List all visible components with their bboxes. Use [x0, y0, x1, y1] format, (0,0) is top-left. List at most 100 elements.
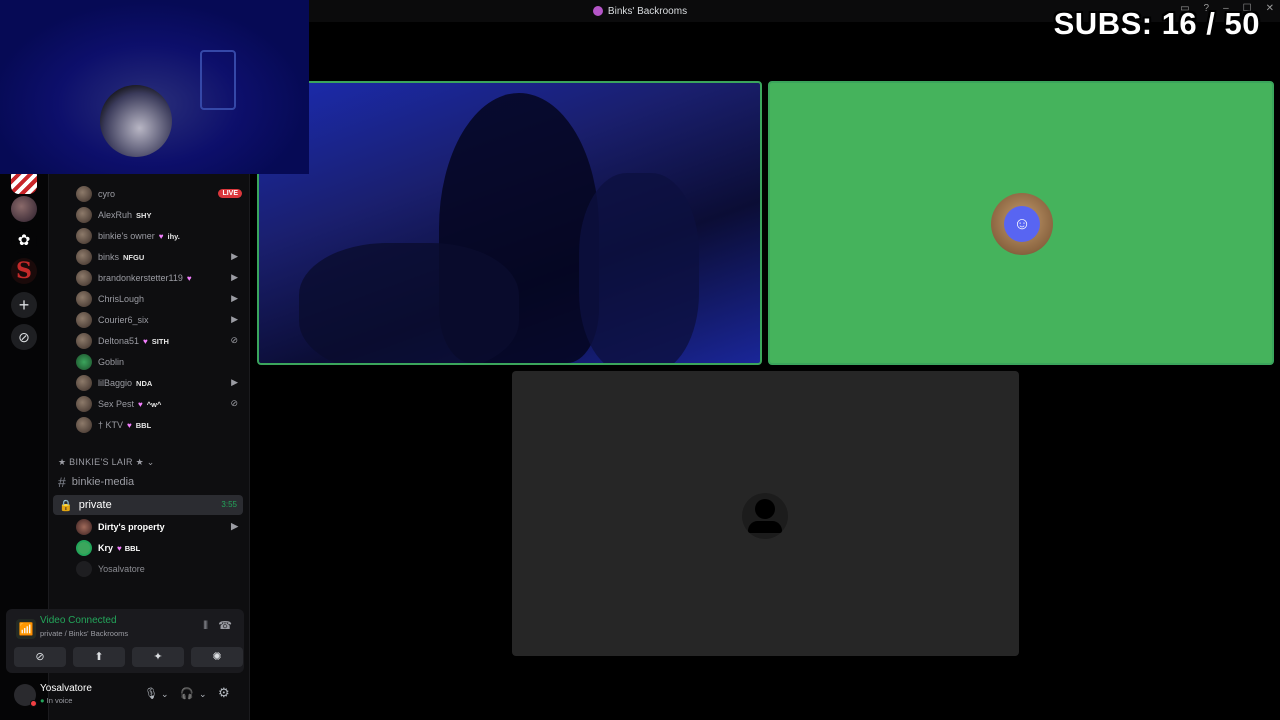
server-avatar[interactable] — [11, 196, 37, 222]
mute-icon: ⊘ — [230, 335, 238, 345]
video-icon: ▶ — [231, 377, 238, 387]
avatar — [76, 396, 92, 412]
discord-logo-icon: ☺ — [1004, 206, 1040, 242]
avatar — [76, 228, 92, 244]
video-icon: ▶ — [231, 251, 238, 261]
mute-icon: ⊘ — [230, 398, 238, 408]
streamer-webcam-overlay — [0, 0, 309, 174]
user-tag: BBL — [124, 543, 141, 553]
voice-user[interactable]: binks NFGU ▶ — [76, 247, 244, 267]
avatar — [76, 333, 92, 349]
subs-counter-overlay: SUBS: 16 / 50 — [1053, 6, 1260, 41]
signal-icon[interactable]: 📶 — [16, 619, 36, 639]
user-name: † KTV — [98, 420, 124, 430]
user-name: binkie's owner — [98, 231, 155, 241]
voice-user[interactable]: binkie's owner ♥ ihy. — [76, 226, 244, 246]
heart-icon: ♥ — [138, 399, 143, 409]
voice-user[interactable]: lilBaggio NDA ▶ — [76, 373, 244, 393]
user-name: brandonkerstetter119 — [98, 273, 183, 283]
video-tile-placeholder[interactable] — [512, 371, 1019, 656]
user-name: Kry — [98, 543, 114, 553]
heart-icon: ♥ — [143, 336, 148, 346]
connection-status[interactable]: Video Connected — [40, 615, 117, 626]
user-name: Sex Pest — [98, 399, 135, 409]
voice-user[interactable]: Yosalvatore — [76, 559, 244, 579]
user-placeholder-icon — [742, 493, 788, 539]
voice-user[interactable]: cyro LIVE — [76, 184, 244, 204]
user-tag: SHY — [136, 210, 152, 220]
voice-user[interactable]: Goblin — [76, 352, 244, 372]
channel-timer: 3:55 — [221, 500, 237, 509]
avatar — [76, 270, 92, 286]
avatar — [76, 249, 92, 265]
voice-user[interactable]: ChrisLough ▶ — [76, 289, 244, 309]
camera-off-button[interactable]: ⊘ — [14, 647, 66, 667]
user-panel: Yosalvatore ● In voice 🎙 ⌄ 🎧 ⌄ ⚙ — [6, 678, 244, 714]
user-tag: SITH — [151, 336, 169, 346]
user-name: Deltona51 — [98, 336, 140, 346]
channel-name: private — [78, 499, 112, 511]
video-icon: ▶ — [231, 521, 238, 531]
user-name: AlexRuh — [98, 210, 133, 220]
server-icon — [592, 6, 603, 16]
avatar — [76, 519, 92, 535]
user-name: Goblin — [98, 357, 125, 367]
avatar — [76, 540, 92, 556]
channel-binkie-media[interactable]: # binkie-media — [58, 474, 134, 490]
user-name: Dirty's property — [98, 522, 165, 532]
voice-user[interactable]: Deltona51 ♥ SITH ⊘ — [76, 331, 244, 351]
user-tag: NDA — [136, 378, 153, 388]
voice-user[interactable]: Sex Pest ♥ ^w^ ⊘ — [76, 394, 244, 414]
voice-user[interactable]: Dirty's property ▶ — [76, 517, 244, 537]
avatar — [76, 375, 92, 391]
voice-user[interactable]: Kry ♥ BBL — [76, 538, 244, 558]
user-avatar: ☺ — [991, 193, 1053, 255]
microphone-icon[interactable]: 🎙 — [144, 687, 158, 700]
user-tag: BBL — [135, 420, 152, 430]
gear-icon[interactable]: ⚙ — [218, 685, 230, 701]
video-tile-avatar[interactable]: ☺ — [768, 81, 1274, 365]
connection-location[interactable]: private / Binks' Backrooms — [40, 629, 128, 638]
soundboard-button[interactable]: ✺ — [191, 647, 243, 667]
heart-icon: ♥ — [127, 420, 132, 430]
discover-icon[interactable]: ⊘ — [11, 324, 37, 350]
user-name: cyro — [98, 189, 116, 199]
server-butterfly[interactable]: ✿ — [11, 228, 37, 254]
server-s[interactable]: S — [11, 258, 37, 284]
video-tile-camera[interactable] — [257, 81, 762, 365]
user-name[interactable]: Yosalvatore — [40, 683, 92, 694]
lock-icon: 🔒 — [59, 499, 73, 512]
voice-user[interactable]: AlexRuh SHY — [76, 205, 244, 225]
user-tag: ^w^ — [146, 399, 162, 409]
avatar — [76, 312, 92, 328]
voice-user[interactable]: brandonkerstetter119 ♥ ▶ — [76, 268, 244, 288]
avatar — [76, 291, 92, 307]
avatar — [76, 561, 92, 577]
status-dot — [30, 700, 37, 707]
avatar — [76, 354, 92, 370]
noise-suppression-icon[interactable]: ⦀ — [203, 620, 208, 633]
video-icon: ▶ — [231, 272, 238, 282]
activities-button[interactable]: ✦ — [132, 647, 184, 667]
user-name: lilBaggio — [98, 378, 133, 388]
voice-user[interactable]: Courier6_six ▶ — [76, 310, 244, 330]
heart-icon: ♥ — [117, 543, 122, 553]
rtc-button-row: ⊘ ⬆ ✦ ✺ — [14, 647, 243, 667]
chevron-down-icon[interactable]: ⌄ — [199, 689, 207, 700]
voice-user[interactable]: † KTV ♥ BBL — [76, 415, 244, 435]
video-icon: ▶ — [231, 293, 238, 303]
share-screen-button[interactable]: ⬆ — [73, 647, 125, 667]
chevron-down-icon[interactable]: ⌄ — [161, 689, 169, 700]
close-button[interactable]: ✕ — [1266, 3, 1274, 14]
user-name: ChrisLough — [98, 294, 145, 304]
window-title: Binks' Backrooms — [607, 5, 688, 17]
channel-private[interactable]: 🔒 private 3:55 — [53, 495, 243, 515]
avatar — [76, 417, 92, 433]
disconnect-icon[interactable]: ☎ — [218, 619, 232, 632]
headphones-icon[interactable]: 🎧 — [180, 687, 194, 700]
heart-icon: ♥ — [158, 231, 164, 241]
user-status: ● In voice — [40, 696, 73, 705]
category-header[interactable]: ★ BINKIE'S LAIR ★ ⌄ — [58, 457, 155, 468]
add-server-button[interactable]: + — [11, 292, 37, 318]
live-badge: LIVE — [218, 189, 242, 198]
